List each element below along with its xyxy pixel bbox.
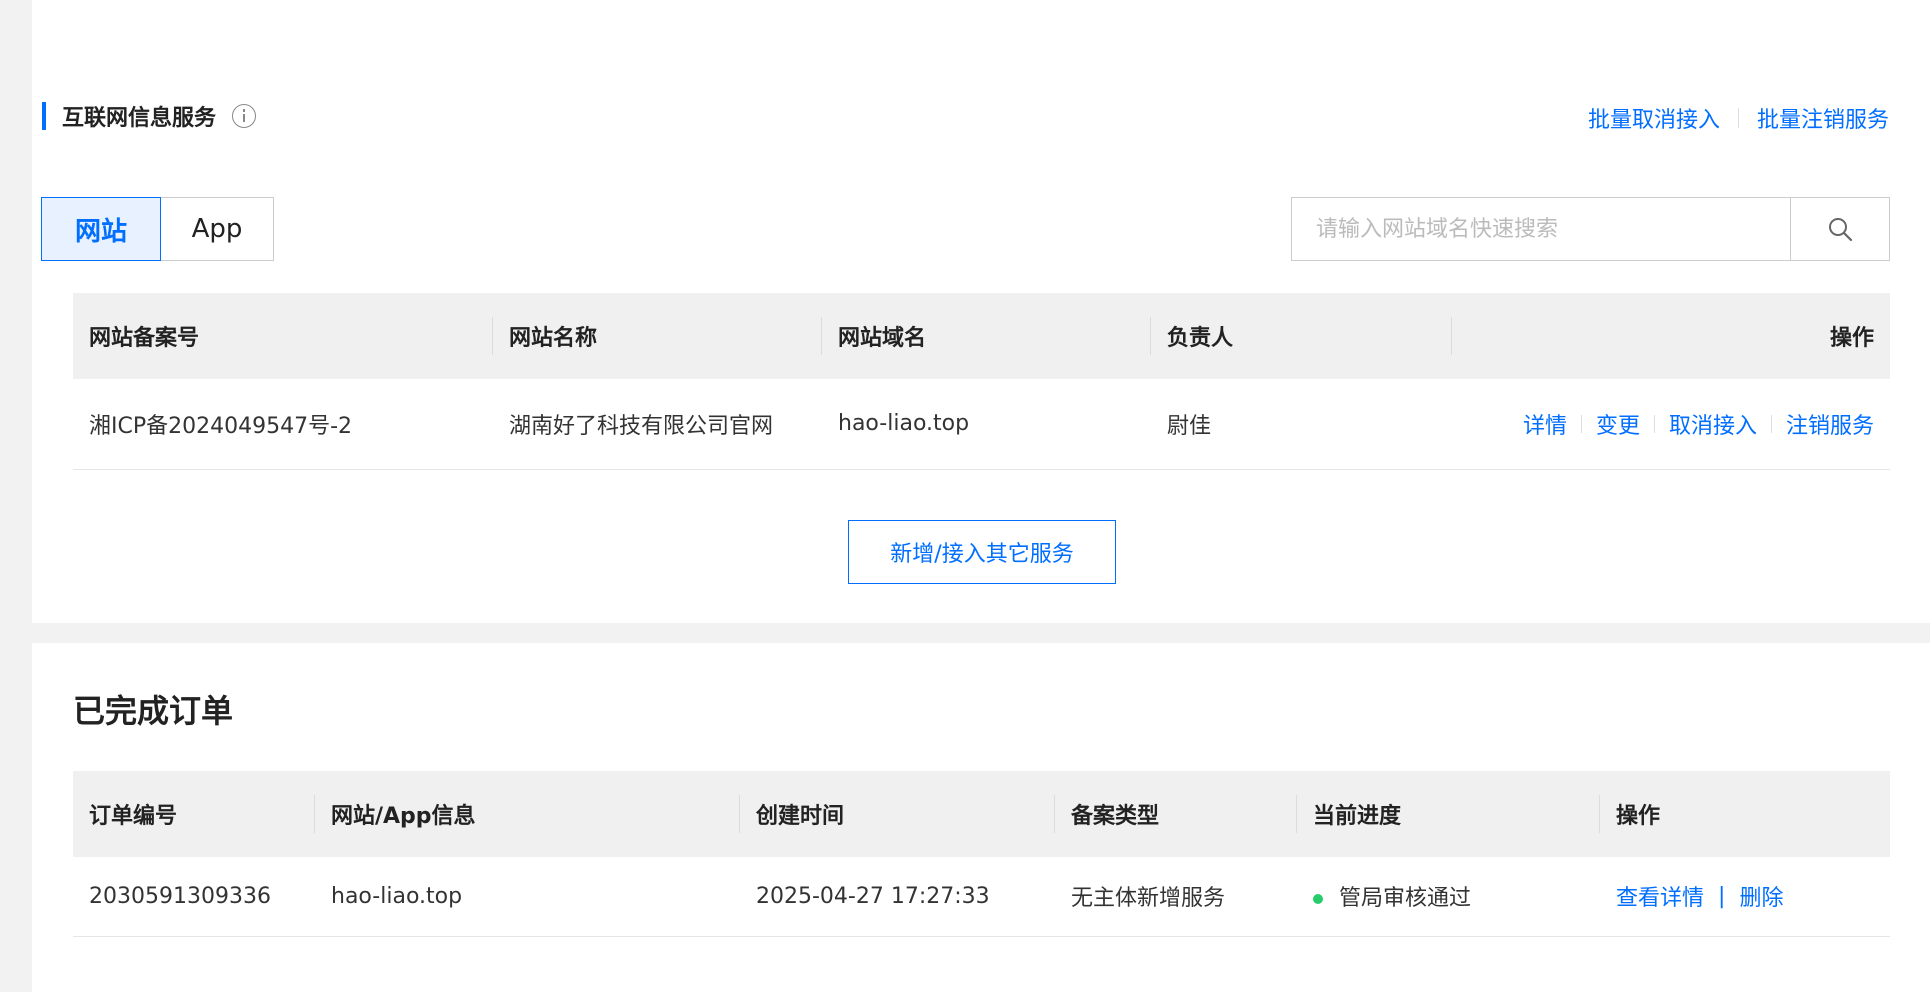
search-button[interactable] bbox=[1790, 198, 1889, 260]
domain-search bbox=[1291, 197, 1890, 261]
col-header: 网站备案号 bbox=[73, 293, 493, 379]
order-type: 无主体新增服务 bbox=[1055, 857, 1297, 937]
divider bbox=[1737, 108, 1739, 128]
tab-app[interactable]: App bbox=[161, 197, 274, 261]
table-row: 2030591309336 hao-liao.top 2025-04-27 17… bbox=[73, 857, 1890, 937]
orders-title: 已完成订单 bbox=[73, 692, 234, 730]
search-icon bbox=[1829, 218, 1853, 242]
order-created: 2025-04-27 17:27:33 bbox=[740, 857, 1055, 937]
status-dot-icon bbox=[1313, 894, 1323, 905]
batch-revoke-link[interactable]: 批量注销服务 bbox=[1757, 102, 1889, 134]
section-accent-bar bbox=[42, 102, 46, 130]
delete-link[interactable]: 删除 bbox=[1739, 880, 1783, 912]
view-detail-link[interactable]: 查看详情 bbox=[1616, 880, 1704, 912]
col-header: 备案类型 bbox=[1055, 771, 1297, 857]
section-header: 互联网信息服务 bbox=[42, 100, 257, 132]
col-header: 创建时间 bbox=[740, 771, 1055, 857]
order-actions: 查看详情 | 删除 bbox=[1600, 857, 1890, 937]
sites-table: 网站备案号 网站名称 网站域名 负责人 操作 湘ICP备2024049547号-… bbox=[73, 293, 1890, 470]
col-header: 当前进度 bbox=[1297, 771, 1600, 857]
status-text: 管局审核通过 bbox=[1339, 886, 1472, 912]
site-owner: 尉佳 bbox=[1151, 379, 1452, 470]
site-domain: hao-liao.top bbox=[822, 379, 1151, 470]
col-header: 操作 bbox=[1452, 293, 1890, 379]
search-input[interactable] bbox=[1292, 198, 1790, 260]
divider bbox=[1653, 414, 1655, 433]
table-row: 湘ICP备2024049547号-2 湖南好了科技有限公司官网 hao-liao… bbox=[73, 379, 1890, 470]
table-header-row: 订单编号 网站/App信息 创建时间 备案类型 当前进度 操作 bbox=[73, 771, 1890, 857]
tab-website[interactable]: 网站 bbox=[41, 197, 161, 261]
col-header: 订单编号 bbox=[73, 771, 315, 857]
batch-cancel-link[interactable]: 批量取消接入 bbox=[1588, 102, 1720, 134]
site-name: 湖南好了科技有限公司官网 bbox=[493, 379, 822, 470]
order-status: 管局审核通过 bbox=[1297, 857, 1600, 937]
type-toggle: 网站 App bbox=[41, 197, 274, 261]
section-title: 互联网信息服务 bbox=[62, 106, 217, 131]
divider: | bbox=[1718, 883, 1726, 909]
order-info: hao-liao.top bbox=[315, 857, 740, 937]
revoke-service-link[interactable]: 注销服务 bbox=[1786, 408, 1874, 440]
divider bbox=[1770, 414, 1772, 433]
add-service-button[interactable]: 新增/接入其它服务 bbox=[848, 520, 1116, 584]
cancel-access-link[interactable]: 取消接入 bbox=[1669, 408, 1757, 440]
col-header: 操作 bbox=[1600, 771, 1890, 857]
col-header: 网站名称 bbox=[493, 293, 822, 379]
order-number: 2030591309336 bbox=[73, 857, 315, 937]
batch-actions: 批量取消接入 批量注销服务 bbox=[1588, 102, 1889, 134]
table-header-row: 网站备案号 网站名称 网站域名 负责人 操作 bbox=[73, 293, 1890, 379]
col-header: 网站/App信息 bbox=[315, 771, 740, 857]
detail-link[interactable]: 详情 bbox=[1523, 408, 1567, 440]
col-header: 网站域名 bbox=[822, 293, 1151, 379]
change-link[interactable]: 变更 bbox=[1596, 408, 1640, 440]
divider bbox=[1580, 414, 1582, 433]
row-actions: 详情 变更 取消接入 注销服务 bbox=[1452, 379, 1890, 470]
icp-number: 湘ICP备2024049547号-2 bbox=[73, 379, 493, 470]
col-header: 负责人 bbox=[1151, 293, 1452, 379]
orders-table: 订单编号 网站/App信息 创建时间 备案类型 当前进度 操作 20305913… bbox=[73, 771, 1890, 937]
info-circle-icon[interactable] bbox=[232, 104, 257, 128]
